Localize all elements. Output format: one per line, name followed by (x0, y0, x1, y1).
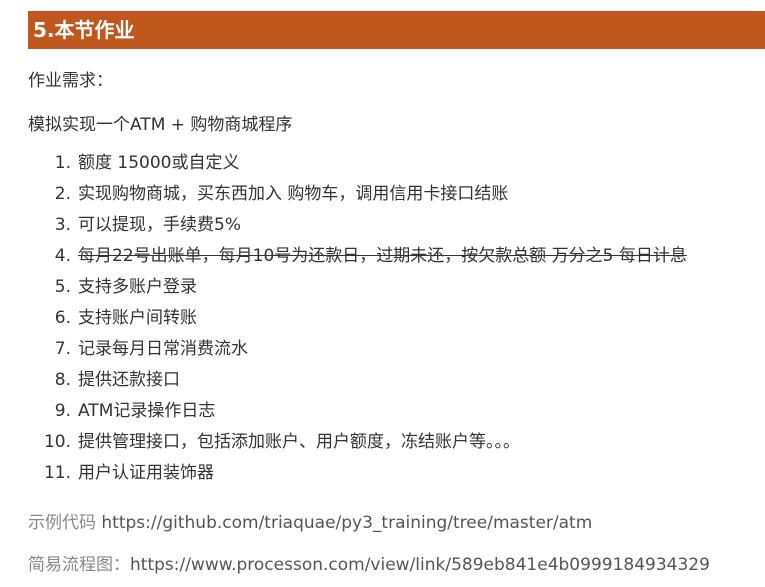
requirements-list: 1. 额度 15000或自定义 2. 实现购物商城，买东西加入 购物车，调用信用卡接… (28, 150, 687, 491)
item-number: 4. (54, 246, 71, 266)
list-item: 3. 可以提现，手续费5% (28, 212, 687, 243)
flowchart-link-line: 简易流程图：https://www.processon.com/view/lin… (28, 550, 710, 575)
item-text: 记录每月日常消费流水 (78, 339, 248, 359)
flowchart-link-label: 简易流程图： (28, 555, 130, 575)
item-number: 3. (54, 215, 71, 235)
description: 模拟实现一个ATM + 购物商城程序 (28, 115, 293, 135)
list-item: 5. 支持多账户登录 (28, 274, 687, 305)
code-link-line: 示例代码 https://github.com/triaquae/py3_tra… (28, 508, 592, 533)
item-text: 额度 15000或自定义 (78, 153, 240, 173)
code-link-label: 示例代码 (28, 513, 102, 533)
page: 5.本节作业 作业需求： 模拟实现一个ATM + 购物商城程序 1. 额度 150… (0, 0, 765, 587)
item-number: 5. (54, 277, 71, 297)
list-item: 10. 提供管理接口，包括添加账户、用户额度，冻结账户等。。。 (28, 429, 687, 460)
item-number: 10. (43, 432, 71, 452)
flowchart-link-url[interactable]: https://www.processon.com/view/link/589e… (130, 555, 710, 575)
item-number: 9. (54, 401, 71, 421)
item-text: 提供管理接口，包括添加账户、用户额度，冻结账户等。。。 (78, 432, 520, 452)
list-item: 4. 每月22号出账单，每月10号为还款日，过期未还，按欠款总额 万分之5 每日计… (28, 243, 687, 274)
item-text: 支持账户间转账 (78, 308, 197, 328)
list-item: 7. 记录每月日常消费流水 (28, 336, 687, 367)
requirements-label: 作业需求： (28, 71, 113, 91)
item-number: 7. (54, 339, 71, 359)
code-link-url[interactable]: https://github.com/triaquae/py3_training… (101, 513, 592, 533)
item-text: 支持多账户登录 (78, 277, 197, 297)
item-text-strikethrough: 每月22号出账单，每月10号为还款日，过期未还，按欠款总额 万分之5 每日计息 (78, 246, 687, 266)
item-text: 可以提现，手续费5% (78, 215, 241, 235)
item-number: 11. (43, 463, 71, 483)
item-number: 1. (54, 153, 71, 173)
item-number: 6. (54, 308, 71, 328)
list-item: 11. 用户认证用装饰器 (28, 460, 687, 491)
item-text: 用户认证用装饰器 (78, 463, 214, 483)
list-item: 9. ATM记录操作日志 (28, 398, 687, 429)
list-item: 2. 实现购物商城，买东西加入 购物车，调用信用卡接口结账 (28, 181, 687, 212)
item-number: 8. (54, 370, 71, 390)
item-text: ATM记录操作日志 (78, 401, 216, 421)
item-text: 提供还款接口 (78, 370, 180, 390)
list-item: 6. 支持账户间转账 (28, 305, 687, 336)
list-item: 1. 额度 15000或自定义 (28, 150, 687, 181)
item-number: 2. (54, 184, 71, 204)
item-text: 实现购物商城，买东西加入 购物车，调用信用卡接口结账 (78, 184, 509, 204)
list-item: 8. 提供还款接口 (28, 367, 687, 398)
section-title: 5.本节作业 (28, 11, 765, 49)
